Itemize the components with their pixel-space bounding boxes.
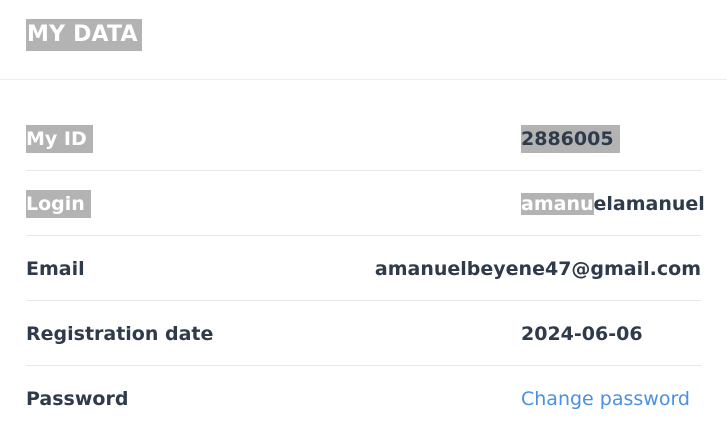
registration-date-label: Registration date [26,323,214,345]
my-id-label: My ID [26,125,93,153]
user-data-list: My ID 2886005 Login amanuelamanuel Email… [26,106,705,431]
login-label: Login [26,190,91,218]
login-value-rest: elamanuel [593,193,705,215]
row-login: Login amanuelamanuel [26,171,705,236]
email-label: Email [26,258,85,280]
change-password-link[interactable]: Change password [521,385,690,413]
registration-date-value: 2024-06-06 [521,323,643,345]
row-email: Email amanuelbeyene47@gmail.com [26,236,701,301]
row-my-id: My ID 2886005 [26,106,701,171]
login-value-highlighted: amanu [521,193,594,215]
row-password: Password Change password [26,366,701,431]
page-title: MY DATA [26,19,142,51]
login-value: amanuelamanuel [521,190,705,218]
password-label: Password [26,388,129,410]
header: MY DATA [0,0,727,80]
email-value: amanuelbeyene47@gmail.com [374,258,701,280]
my-id-value: 2886005 [521,125,620,153]
row-registration-date: Registration date 2024-06-06 [26,301,701,366]
